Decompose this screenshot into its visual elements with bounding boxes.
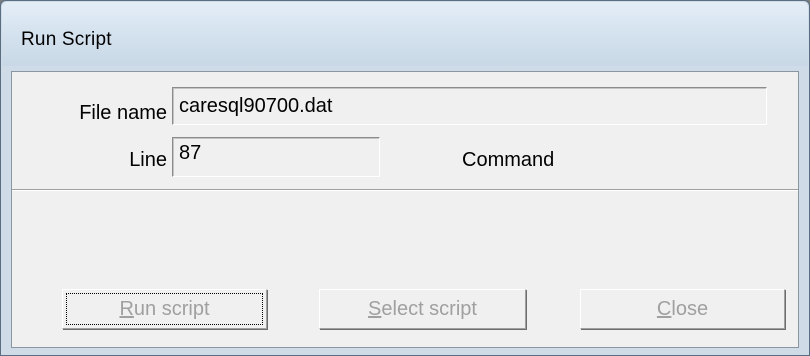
run-script-dialog: Run Script File name caresql90700.dat Li… xyxy=(0,0,810,356)
file-name-field: caresql90700.dat xyxy=(172,87,767,125)
script-info-group: File name caresql90700.dat Line 87 Comma… xyxy=(12,72,798,190)
line-label: Line xyxy=(129,149,167,171)
close-mnemonic: C xyxy=(656,298,672,320)
dialog-body: File name caresql90700.dat Line 87 Comma… xyxy=(11,71,799,348)
focus-rectangle xyxy=(66,293,263,325)
line-number-field: 87 xyxy=(172,137,380,177)
title-bar[interactable]: Run Script xyxy=(2,2,808,66)
close-button[interactable]: Close xyxy=(580,289,785,329)
command-label: Command xyxy=(462,149,555,171)
select-script-button[interactable]: Select script xyxy=(319,289,526,329)
select-script-mnemonic: S xyxy=(368,298,382,320)
close-label: lose xyxy=(671,298,709,320)
window-title: Run Script xyxy=(21,29,112,50)
file-name-label: File name xyxy=(79,102,167,124)
run-script-button[interactable]: Run script xyxy=(62,289,267,329)
select-script-label: elect script xyxy=(381,298,477,320)
